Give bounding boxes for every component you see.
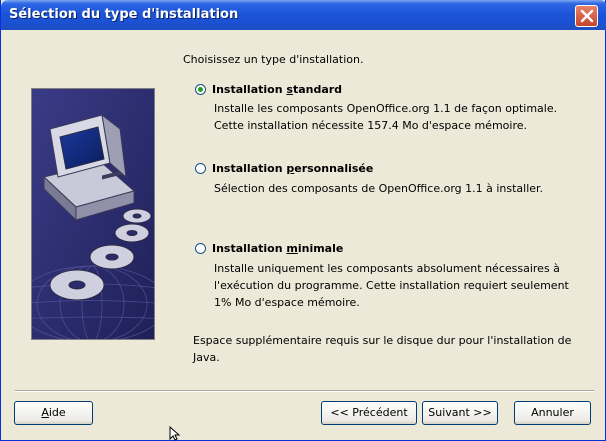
close-icon bbox=[580, 9, 594, 23]
option-minimal-description: Installe uniquement les composants absol… bbox=[214, 262, 569, 309]
radio-selected-dot bbox=[198, 87, 203, 92]
window-title: Sélection du type d'installation bbox=[9, 7, 239, 22]
cancel-button[interactable]: Annuler bbox=[514, 401, 591, 425]
button-separator bbox=[15, 390, 594, 392]
option-custom-description: Sélection des composants de OpenOffice.o… bbox=[214, 182, 544, 195]
radio-custom[interactable] bbox=[195, 163, 206, 174]
radio-standard[interactable] bbox=[195, 84, 206, 95]
option-standard-description: Installe les composants OpenOffice.org 1… bbox=[214, 102, 558, 132]
previous-button[interactable]: << Précédent bbox=[321, 401, 417, 425]
disk-space-note: Espace supplémentaire requis sur le disq… bbox=[193, 334, 572, 364]
computer-with-discs-illustration bbox=[32, 89, 154, 339]
mouse-cursor-icon bbox=[169, 426, 181, 441]
title-bar[interactable]: Sélection du type d'installation bbox=[1, 0, 606, 30]
help-button[interactable]: Aide bbox=[14, 401, 93, 425]
option-custom-label[interactable]: Installation personnalisée bbox=[212, 162, 373, 175]
next-button[interactable]: Suivant >> bbox=[422, 401, 498, 425]
option-minimal-label[interactable]: Installation minimale bbox=[212, 242, 343, 255]
installation-illustration bbox=[31, 88, 155, 340]
option-standard-label[interactable]: Installation standard bbox=[212, 83, 342, 96]
radio-minimal[interactable] bbox=[195, 243, 206, 254]
installation-type-dialog: Sélection du type d'installation Choisis… bbox=[0, 0, 606, 441]
prompt-text: Choisissez un type d'installation. bbox=[183, 53, 364, 66]
close-button[interactable] bbox=[575, 5, 598, 27]
